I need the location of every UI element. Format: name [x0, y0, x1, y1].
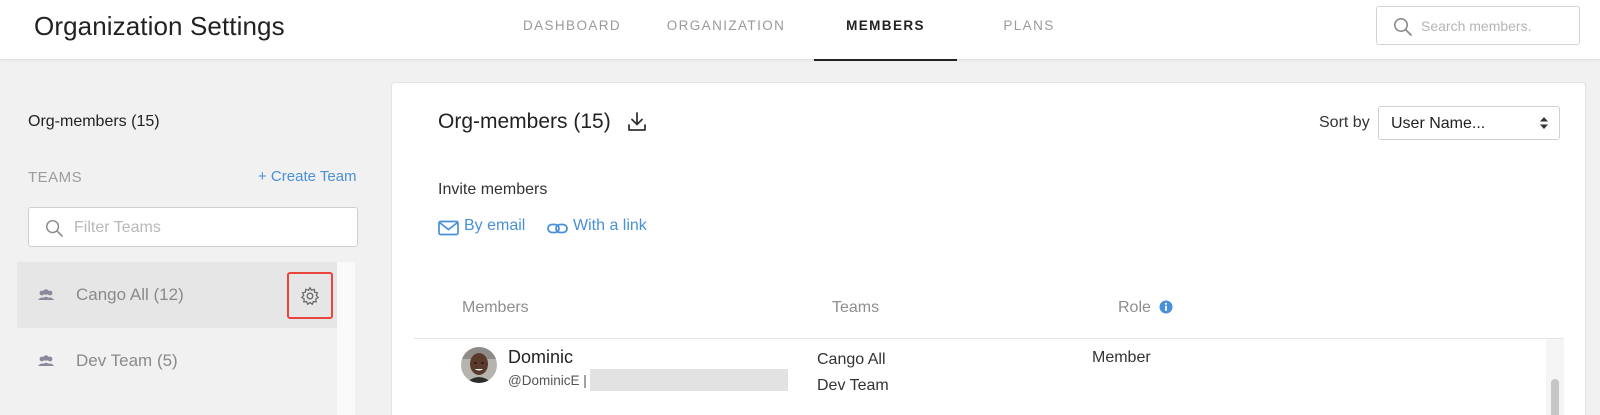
- team-item-dev-team[interactable]: Dev Team (5): [17, 328, 337, 394]
- member-name: Dominic: [508, 347, 574, 367]
- member-team: Cango All: [817, 351, 886, 368]
- team-item-cango-all[interactable]: Cango All (12): [17, 262, 337, 328]
- redacted-email: [590, 369, 788, 391]
- search-icon: [1394, 18, 1412, 36]
- users-icon: [38, 289, 54, 300]
- teams-heading: TEAMS: [28, 169, 83, 186]
- column-teams[interactable]: Teams: [832, 299, 879, 317]
- team-name: Cango All (12): [76, 285, 184, 304]
- page-title: Organization Settings: [34, 11, 285, 41]
- filter-teams-input[interactable]: [74, 217, 344, 239]
- panel-title: Org-members (15): [438, 110, 611, 133]
- team-settings-button[interactable]: [287, 272, 333, 319]
- tab-dashboard[interactable]: DASHBOARD: [513, 0, 631, 60]
- table-row[interactable]: Dominic @DominicE | Cango All Dev Team M…: [414, 339, 1564, 415]
- sort-arrows-icon: [1540, 117, 1548, 129]
- member-search[interactable]: [1376, 6, 1580, 45]
- sidebar-org-members[interactable]: Org-members (15): [28, 113, 160, 131]
- column-role-label: Role: [1118, 299, 1151, 316]
- tab-plans[interactable]: PLANS: [979, 0, 1079, 60]
- invite-link-label: With a link: [573, 217, 647, 234]
- column-role[interactable]: Role: [1118, 299, 1173, 317]
- sidebar-scrollbar[interactable]: [337, 262, 355, 415]
- avatar: [461, 347, 497, 383]
- tab-members[interactable]: MEMBERS: [814, 0, 957, 61]
- team-name: Dev Team (5): [76, 351, 178, 370]
- download-icon[interactable]: [626, 111, 648, 133]
- member-handle: @DominicE |: [508, 373, 587, 388]
- member-role[interactable]: Member: [1092, 349, 1151, 367]
- top-bar: Organization Settings DASHBOARD ORGANIZA…: [0, 0, 1600, 61]
- table-scrollbar[interactable]: [1546, 339, 1564, 415]
- tab-organization[interactable]: ORGANIZATION: [651, 0, 801, 60]
- search-input[interactable]: [1421, 15, 1573, 37]
- envelope-icon: [438, 220, 459, 236]
- invite-label: Invite members: [438, 181, 548, 198]
- info-icon[interactable]: [1159, 300, 1173, 314]
- sort-value: User Name...: [1391, 115, 1486, 132]
- users-icon: [38, 355, 54, 366]
- create-team-link[interactable]: + Create Team: [258, 168, 357, 185]
- link-icon: [547, 223, 568, 234]
- gear-icon: [300, 286, 320, 305]
- member-team: Dev Team: [817, 377, 889, 394]
- filter-teams[interactable]: [28, 207, 358, 247]
- members-panel: Org-members (15) Sort by User Name... In…: [391, 82, 1586, 415]
- invite-email-label: By email: [464, 217, 526, 234]
- team-list: Cango All (12) Dev Team (5): [17, 262, 337, 415]
- scrollbar-thumb[interactable]: [1551, 379, 1559, 415]
- sort-select[interactable]: User Name...: [1378, 106, 1560, 140]
- column-members[interactable]: Members: [462, 299, 529, 317]
- search-icon: [45, 219, 63, 237]
- sort-label: Sort by: [1319, 114, 1370, 131]
